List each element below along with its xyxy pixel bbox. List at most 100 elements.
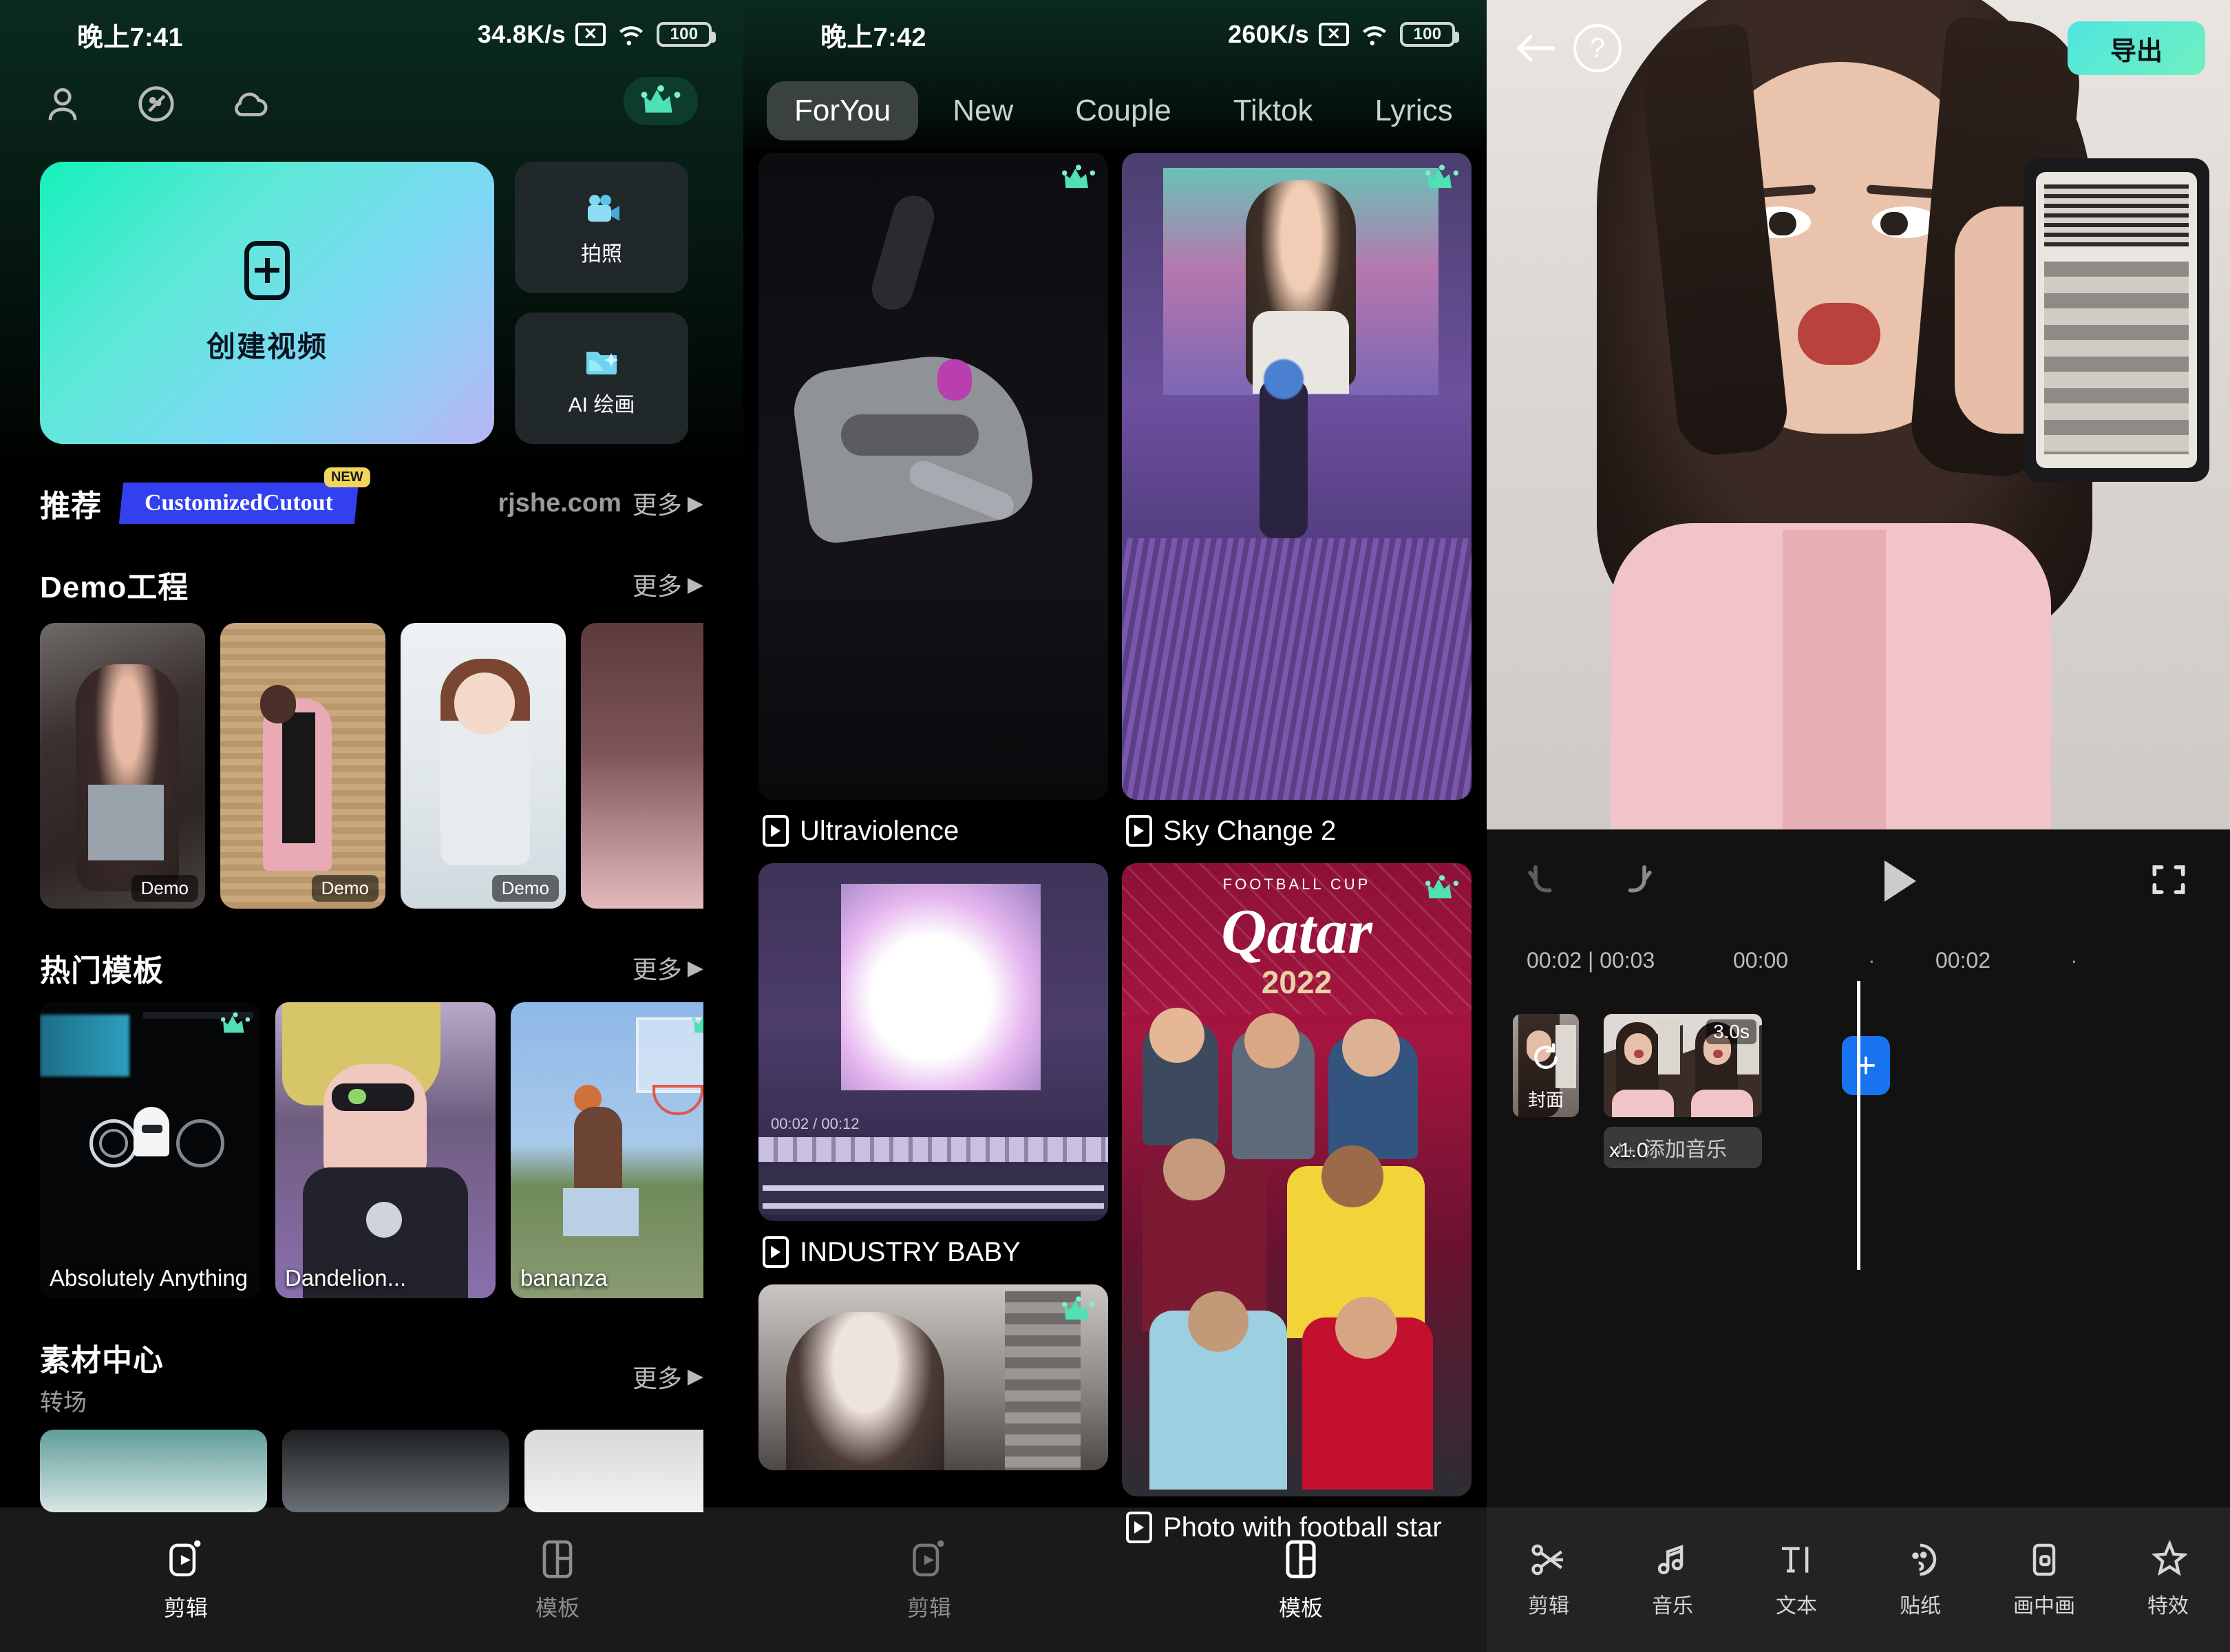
demo-more-button[interactable]: 更多 ▶: [633, 566, 703, 602]
material-item[interactable]: [40, 1430, 267, 1512]
vip-crown-button[interactable]: [624, 77, 698, 125]
nav-item-template[interactable]: 模板: [372, 1507, 743, 1652]
panel-templates: 晚上7:42 260K/s ✕ 100 ForYou New Couple Ti…: [743, 0, 1487, 1652]
home-header-icons: [0, 69, 743, 129]
template-icon: [542, 1540, 573, 1578]
timeline[interactable]: 封面 3.0s x1.0 ♪₊ 添加音乐 +: [1487, 981, 2230, 1270]
ruler-tick-0: 00:00: [1733, 947, 1789, 973]
tab-couple[interactable]: Couple: [1048, 81, 1198, 140]
play-box-icon: [1126, 815, 1152, 847]
nav-item-clip[interactable]: 剪辑: [0, 1507, 372, 1652]
template-card-football[interactable]: FOOTBALL CUP Qatar 2022: [1122, 863, 1472, 1496]
statusbar-netspeed: 34.8K/s: [477, 20, 566, 48]
undo-icon[interactable]: [1527, 858, 1569, 904]
vip-crown-icon: [1425, 874, 1459, 907]
demo-thumbnail-row[interactable]: Demo Demo Demo: [40, 623, 703, 909]
new-badge: NEW: [324, 467, 370, 487]
hot-templates-title: 热门模板: [40, 954, 164, 988]
tool-clip[interactable]: 剪辑: [1487, 1507, 1611, 1652]
tool-label: 音乐: [1652, 1595, 1693, 1618]
material-item[interactable]: [282, 1430, 509, 1512]
add-music-label: 添加音乐: [1644, 1139, 1727, 1161]
football-cup-text: FOOTBALL CUP: [1222, 876, 1371, 893]
template-card-industrybaby[interactable]: 00:02 / 00:12: [758, 863, 1108, 1221]
cloud-icon[interactable]: [229, 83, 271, 129]
take-photo-button[interactable]: 拍照: [515, 162, 688, 293]
material-row[interactable]: [40, 1430, 703, 1512]
card-label-industrybaby: INDUSTRY BABY: [758, 1221, 1108, 1284]
tool-sticker[interactable]: 贴纸: [1858, 1507, 1982, 1652]
material-center-more-button[interactable]: 更多 ▶: [633, 1359, 703, 1395]
help-icon[interactable]: ?: [1573, 24, 1622, 72]
play-button[interactable]: [1876, 857, 1924, 905]
vip-crown-icon: [1061, 164, 1096, 196]
template-card-partial-left[interactable]: [758, 1284, 1108, 1470]
compass-icon[interactable]: [135, 83, 178, 129]
template-caption: Dandelion...: [285, 1265, 407, 1291]
home-action-cards: 创建视频 拍照 AI 绘画: [0, 129, 743, 444]
editor-controls: [1487, 829, 2230, 933]
statusbar-netspeed: 260K/s: [1228, 20, 1309, 48]
template-card-skychange2[interactable]: [1122, 153, 1472, 800]
demo-thumb-2[interactable]: Demo: [220, 623, 385, 909]
tool-label: 文本: [1776, 1595, 1817, 1618]
profile-icon[interactable]: [41, 83, 84, 129]
cover-thumbnail[interactable]: 封面: [1513, 1014, 1579, 1117]
timeline-playhead[interactable]: [1857, 981, 1860, 1270]
template-caption: bananza: [520, 1265, 608, 1291]
fullscreen-icon[interactable]: [2147, 858, 2190, 904]
video-preview[interactable]: ? 导出: [1487, 0, 2230, 829]
ai-draw-button[interactable]: AI 绘画: [515, 313, 688, 444]
tool-label: 贴纸: [1900, 1595, 1941, 1618]
timecode-current: 00:02 | 00:03: [1527, 947, 1655, 973]
site-watermark: rjshe.com: [498, 488, 622, 518]
crown-icon: [641, 85, 681, 113]
vip-crown-icon: [220, 1012, 251, 1040]
tool-pip[interactable]: 画中画: [1982, 1507, 2106, 1652]
customized-cutout-chip[interactable]: CustomizedCutout NEW: [118, 467, 370, 524]
tab-tiktok[interactable]: Tiktok: [1206, 81, 1341, 140]
create-video-card[interactable]: 创建视频: [40, 162, 494, 444]
template-card-3[interactable]: bananza: [511, 1002, 703, 1298]
tab-new[interactable]: New: [925, 81, 1041, 140]
clip-icon: [169, 1540, 201, 1577]
template-card-1[interactable]: Absolutely Anything: [40, 1002, 260, 1298]
hot-templates-row[interactable]: Absolutely Anything Dandelion... bananza: [40, 1002, 703, 1298]
video-clip[interactable]: 3.0s x1.0: [1604, 1014, 1762, 1162]
tool-music[interactable]: 音乐: [1611, 1507, 1734, 1652]
plus-icon: [244, 240, 290, 300]
vip-crown-icon: [691, 1012, 703, 1040]
tab-lyrics[interactable]: Lyrics: [1347, 81, 1480, 140]
demo-thumb-1[interactable]: Demo: [40, 623, 205, 909]
sim-off-icon: ✕: [575, 23, 606, 46]
nav-label-template: 模板: [535, 1596, 580, 1620]
panel-editor: ? 导出 00:02 | 00:03 00:00 · 00:02 · 封面 3.…: [1487, 0, 2230, 1652]
demo-thumb-3[interactable]: Demo: [401, 623, 566, 909]
redo-icon[interactable]: [1611, 858, 1653, 904]
add-clip-button[interactable]: +: [1842, 1036, 1890, 1095]
effects-icon: [2151, 1540, 2187, 1576]
template-card-2[interactable]: Dandelion...: [275, 1002, 496, 1298]
hot-templates-more-button[interactable]: 更多 ▶: [633, 950, 703, 986]
tool-label: 画中画: [2013, 1595, 2075, 1618]
ruler-tick-1: ·: [1868, 947, 1876, 973]
demo-section-header: Demo工程 更多 ▶: [40, 562, 703, 606]
recommend-more-button[interactable]: 更多 ▶: [633, 485, 703, 521]
hot-templates-header: 热门模板 更多 ▶: [40, 946, 703, 990]
material-center-header: 素材中心 转场 更多 ▶: [40, 1335, 703, 1417]
back-arrow-icon[interactable]: [1511, 23, 1562, 74]
three-panel-screenshot: 晚上7:41 34.8K/s ✕ 100 创建视频 拍照 AI 绘画 推荐 Cu…: [0, 0, 2230, 1652]
export-button[interactable]: 导出: [2068, 21, 2205, 75]
template-card-ultraviolence[interactable]: [758, 153, 1108, 800]
demo-thumb-4[interactable]: [581, 623, 703, 909]
recommend-title: 推荐: [40, 489, 102, 523]
battery-icon: 100: [657, 22, 716, 47]
tool-text[interactable]: 文本: [1734, 1507, 1858, 1652]
clip-group[interactable]: 3.0s x1.0 ♪₊ 添加音乐: [1604, 1014, 1762, 1168]
material-item[interactable]: [524, 1430, 703, 1512]
tab-foryou[interactable]: ForYou: [767, 81, 919, 140]
vip-crown-icon: [1425, 164, 1459, 196]
tool-effects[interactable]: 特效: [2106, 1507, 2230, 1652]
demo-thumb-tag: Demo: [131, 875, 198, 902]
vip-crown-icon: [1061, 1295, 1096, 1328]
